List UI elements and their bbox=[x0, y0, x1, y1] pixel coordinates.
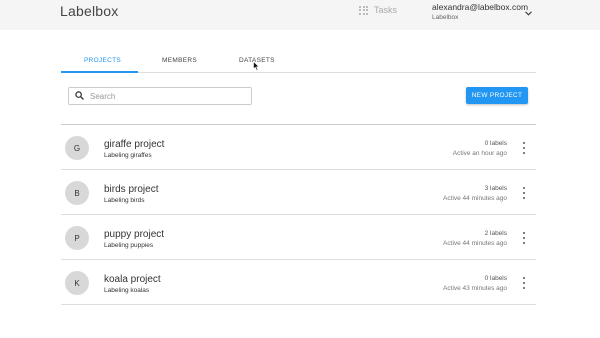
label-count: 0 labels bbox=[484, 140, 507, 147]
label-count: 0 labels bbox=[484, 275, 507, 282]
more-vert-icon[interactable] bbox=[520, 142, 528, 154]
project-list: G giraffe project Labeling giraffes 0 la… bbox=[61, 124, 536, 305]
avatar: K bbox=[65, 271, 89, 295]
account-org: Labelbox bbox=[432, 14, 459, 21]
active-tab-indicator bbox=[61, 71, 138, 73]
tasks-button[interactable]: Tasks bbox=[359, 5, 397, 15]
project-row-giraffe[interactable]: G giraffe project Labeling giraffes 0 la… bbox=[61, 125, 536, 170]
top-bar: Labelbox Tasks alexandra@labelbox.com La… bbox=[0, 0, 600, 30]
chevron-down-icon[interactable] bbox=[525, 3, 532, 21]
mouse-pointer-icon bbox=[253, 58, 260, 76]
new-project-button[interactable]: NEW PROJECT bbox=[466, 87, 528, 104]
last-active: Active 44 minutes ago bbox=[443, 240, 507, 247]
avatar: G bbox=[65, 136, 89, 160]
project-name[interactable]: koala project bbox=[104, 274, 161, 285]
search-input[interactable] bbox=[90, 91, 240, 101]
last-active: Active an hour ago bbox=[452, 150, 507, 157]
project-description: Labeling giraffes bbox=[104, 152, 152, 159]
label-count: 2 labels bbox=[484, 230, 507, 237]
project-name[interactable]: birds project bbox=[104, 184, 158, 195]
last-active: Active 44 minutes ago bbox=[443, 195, 507, 202]
project-name[interactable]: puppy project bbox=[104, 229, 164, 240]
search-icon bbox=[75, 87, 84, 105]
account-menu[interactable]: alexandra@labelbox.com Labelbox bbox=[432, 2, 528, 21]
labelbox-logo[interactable]: Labelbox bbox=[60, 3, 118, 19]
tab-bar: PROJECTS MEMBERS DATASETS bbox=[61, 52, 536, 73]
search-box[interactable] bbox=[68, 87, 252, 105]
last-active: Active 43 minutes ago bbox=[443, 285, 507, 292]
avatar: B bbox=[65, 181, 89, 205]
more-vert-icon[interactable] bbox=[520, 232, 528, 244]
tab-members[interactable]: MEMBERS bbox=[162, 57, 197, 64]
project-description: Labeling koalas bbox=[104, 287, 150, 294]
tab-projects[interactable]: PROJECTS bbox=[84, 57, 121, 64]
project-row-puppy[interactable]: P puppy project Labeling puppies 2 label… bbox=[61, 215, 536, 260]
account-email: alexandra@labelbox.com bbox=[432, 2, 529, 12]
project-row-birds[interactable]: B birds project Labeling birds 3 labels … bbox=[61, 170, 536, 215]
more-vert-icon[interactable] bbox=[520, 277, 528, 289]
project-row-koala[interactable]: K koala project Labeling koalas 0 labels… bbox=[61, 260, 536, 305]
project-description: Labeling puppies bbox=[104, 242, 154, 249]
label-count: 3 labels bbox=[484, 185, 507, 192]
project-name[interactable]: giraffe project bbox=[104, 139, 164, 150]
avatar: P bbox=[65, 226, 89, 250]
more-vert-icon[interactable] bbox=[520, 187, 528, 199]
project-description: Labeling birds bbox=[104, 197, 145, 204]
tasks-label: Tasks bbox=[374, 5, 398, 15]
apps-grid-icon bbox=[359, 5, 368, 15]
